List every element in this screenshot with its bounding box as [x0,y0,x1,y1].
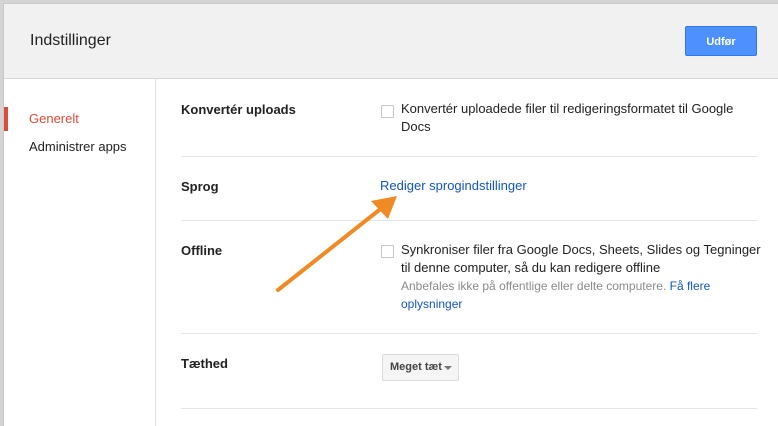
arrow-icon [276,196,397,292]
